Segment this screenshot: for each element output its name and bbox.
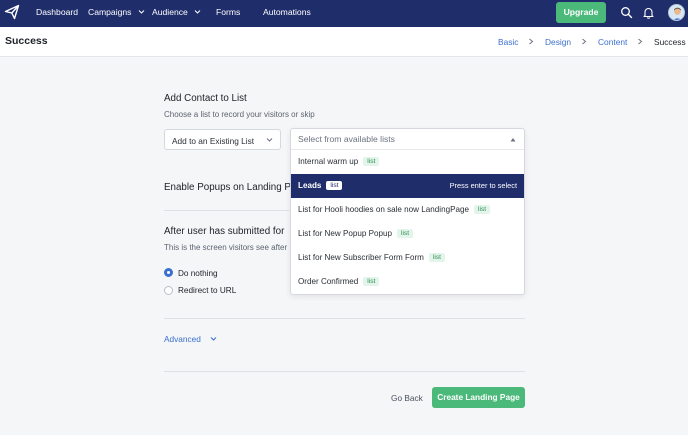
bell-icon[interactable] [642,6,655,19]
nav-dashboard[interactable]: Dashboard [36,0,78,27]
list-badge: list [363,157,380,166]
page-header: Success Basic Design Content Success [0,27,688,57]
radio-redirect-url[interactable] [164,286,173,295]
radio-do-nothing-label[interactable]: Do nothing [178,269,218,278]
chevron-up-icon[interactable] [510,137,516,142]
list-badge: list [474,205,491,214]
add-contact-subtitle: Choose a list to record your visitors or… [164,110,315,119]
list-badge: list [326,181,343,190]
radio-do-nothing[interactable] [164,268,173,277]
nav-campaigns[interactable]: Campaigns [88,0,145,27]
select-hint: Press enter to select [449,181,517,190]
paper-plane-icon[interactable] [4,4,20,20]
create-landing-page-button[interactable]: Create Landing Page [432,387,525,408]
user-avatar-icon [673,7,682,20]
list-option[interactable]: List for Hooli hoodies on sale now Landi… [291,198,524,222]
page-title: Success [5,35,48,47]
after-submit-subtitle: This is the screen visitors see after [164,243,288,252]
chevron-down-icon [266,138,273,142]
list-option[interactable]: List for New Subscriber Form Form list [291,246,524,270]
advanced-label: Advanced [164,334,201,344]
nav-forms-label: Forms [216,7,241,17]
breadcrumb-success: Success [654,37,686,47]
list-search-input[interactable]: Select from available lists [291,129,524,150]
list-option[interactable]: Order Confirmed list [291,270,524,294]
chevron-right-icon [638,38,643,45]
list-dropdown[interactable]: Select from available lists Internal war… [290,128,525,295]
nav-dashboard-label: Dashboard [36,7,79,17]
chevron-down-icon [194,10,201,14]
list-mode-value: Add to an Existing List [172,136,255,146]
nav-forms[interactable]: Forms [216,0,240,27]
list-badge: list [363,277,380,286]
chevron-right-icon [529,38,534,45]
chevron-down-icon [210,337,217,341]
list-option-highlighted[interactable]: Leads list Press enter to select [291,174,524,198]
list-mode-select[interactable]: Add to an Existing List [164,129,281,150]
nav-automations-label: Automations [263,7,311,17]
upgrade-button[interactable]: Upgrade [556,2,606,23]
nav-campaigns-label: Campaigns [88,7,132,17]
avatar[interactable] [668,4,685,21]
search-icon[interactable] [620,6,633,19]
chevron-right-icon [582,38,587,45]
list-badge: list [397,229,414,238]
list-search-placeholder: Select from available lists [298,134,395,144]
nav-audience-label: Audience [152,7,188,17]
list-option[interactable]: Internal warm up list [291,150,524,174]
chevron-down-icon [138,10,145,14]
list-option-label: List for New Popup Popup [298,229,393,238]
advanced-toggle[interactable]: Advanced [164,334,217,344]
go-back-button[interactable]: Go Back [391,393,423,403]
list-option-label: Leads [298,181,322,190]
list-option-label: List for Hooli hoodies on sale now Landi… [298,205,469,214]
divider [164,371,525,372]
popups-title: Enable Popups on Landing P [164,182,291,193]
nav-audience[interactable]: Audience [152,0,201,27]
breadcrumb-content[interactable]: Content [598,37,627,47]
after-submit-title: After user has submitted for [164,226,285,237]
list-badge: list [428,253,445,262]
divider [164,210,289,211]
add-contact-title: Add Contact to List [164,93,247,104]
divider [164,318,525,319]
radio-redirect-url-label[interactable]: Redirect to URL [178,286,236,295]
nav-automations[interactable]: Automations [263,0,311,27]
list-option-label: Order Confirmed [298,277,359,286]
list-option-label: List for New Subscriber Form Form [298,253,424,262]
list-option-label: Internal warm up [298,157,359,166]
top-nav: Dashboard Campaigns Audience Forms Autom… [0,0,688,27]
breadcrumb-basic[interactable]: Basic [498,37,518,47]
breadcrumb-design[interactable]: Design [545,37,571,47]
list-option[interactable]: List for New Popup Popup list [291,222,524,246]
